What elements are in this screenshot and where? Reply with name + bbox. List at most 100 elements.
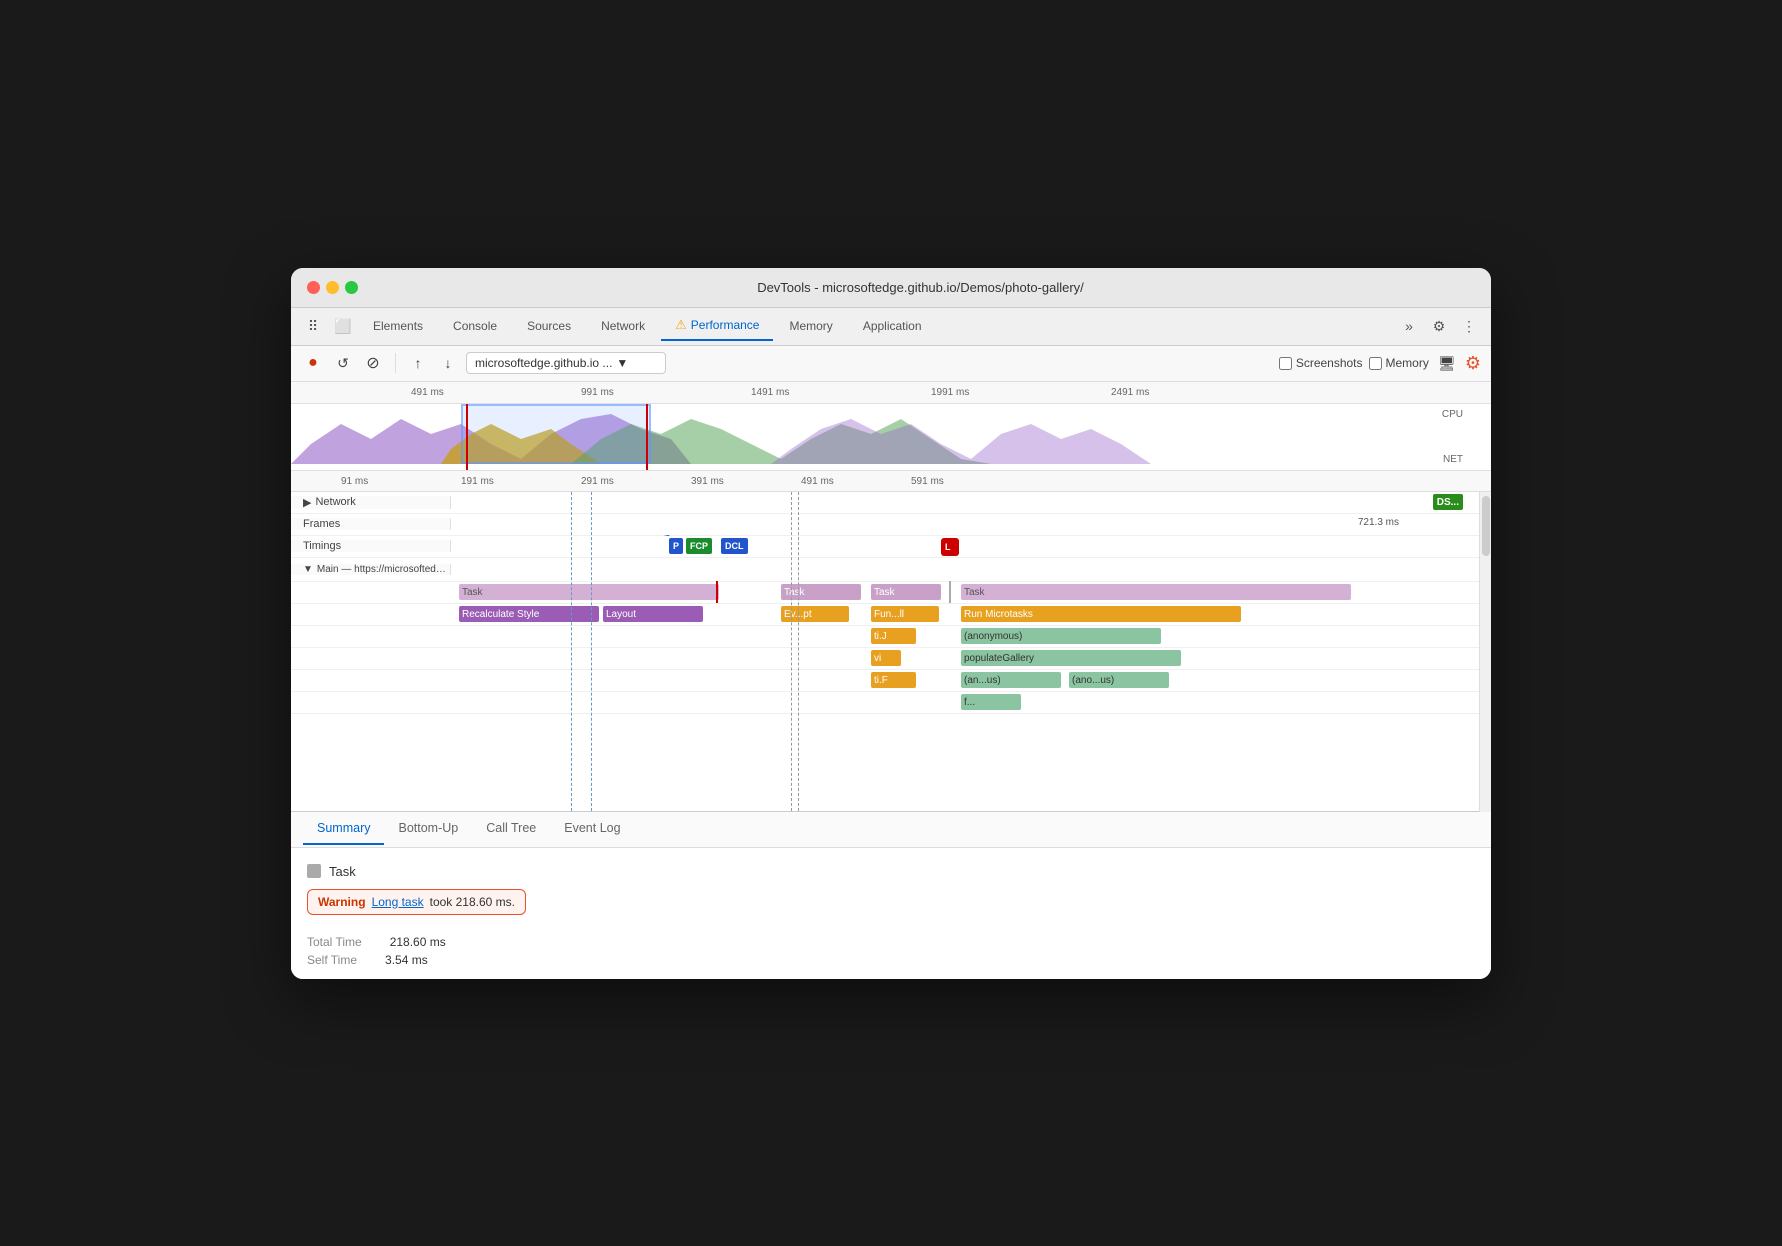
main-task-content-2: Recalculate Style Layout Ev...pt Fun...l… [451, 603, 1479, 625]
vi-block[interactable]: vi [871, 650, 901, 666]
network-label: ▶ Network [291, 496, 451, 509]
task-red-marker [716, 581, 718, 603]
memory-label: Memory [1386, 356, 1429, 370]
main-task-row-6: f... [291, 692, 1479, 714]
timings-content: P FCP DCL L ↙ [451, 535, 1479, 557]
warning-row-wrapper: Warning Long task took 218.60 ms. [307, 889, 1475, 925]
tif-block[interactable]: ti.F [871, 672, 916, 688]
timings-row: Timings P FCP DCL L ↙ [291, 536, 1479, 558]
bm-191: 191 ms [461, 476, 494, 487]
tab-bottom-up[interactable]: Bottom-Up [384, 813, 472, 845]
settings-tab-icon[interactable]: ⚙ [1425, 312, 1453, 340]
anon-block[interactable]: (anonymous) [961, 628, 1161, 644]
l-badge: L [941, 538, 959, 556]
memory-toggle[interactable]: Memory [1369, 356, 1429, 370]
flame-area[interactable]: ▶ Network DS... Frames 721.3 ms Tim [291, 492, 1479, 812]
timeline-ruler-bottom: 91 ms 191 ms 291 ms 391 ms 491 ms 591 ms [291, 470, 1491, 492]
timings-label: Timings [291, 540, 451, 552]
perf-settings-icon[interactable]: ⚙ [1465, 353, 1481, 374]
summary-panel: Task Warning Long task took 218.60 ms. T… [291, 848, 1491, 979]
tab-memory[interactable]: Memory [775, 313, 846, 339]
layout-block[interactable]: Layout [603, 606, 703, 622]
frame-timing: 721.3 ms [1358, 517, 1399, 528]
tab-console[interactable]: Console [439, 313, 511, 339]
total-time-value: 218.60 ms [390, 935, 446, 949]
task-gray-marker [949, 581, 951, 603]
devtools-window: DevTools - microsoftedge.github.io/Demos… [291, 268, 1491, 979]
event-block[interactable]: Ev...pt [781, 606, 849, 622]
screenshots-toggle[interactable]: Screenshots [1279, 356, 1363, 370]
long-task-link[interactable]: Long task [372, 895, 424, 909]
warning-row: Warning Long task took 218.60 ms. [307, 889, 526, 915]
bottom-tab-bar: Summary Bottom-Up Call Tree Event Log [291, 812, 1491, 848]
main-header-content: ↙ [451, 558, 1479, 580]
bm-491: 491 ms [801, 476, 834, 487]
tab-performance[interactable]: ⚠ Performance [661, 311, 773, 341]
tab-bar: ⠿ ⬜ Elements Console Sources Network ⚠ P… [291, 308, 1491, 346]
close-button[interactable] [307, 281, 320, 294]
populate-block[interactable]: populateGallery [961, 650, 1181, 666]
tab-call-tree[interactable]: Call Tree [472, 813, 550, 845]
screenshots-label: Screenshots [1296, 356, 1363, 370]
self-time-value: 3.54 ms [385, 953, 428, 967]
timeline-ruler-top: 491 ms 991 ms 1491 ms 1991 ms 2491 ms [291, 382, 1491, 404]
marker-1991: 1991 ms [931, 387, 969, 398]
tab-sources[interactable]: Sources [513, 313, 585, 339]
network-arrow: ▶ [303, 496, 311, 509]
task-block-2[interactable]: Task [781, 584, 861, 600]
clear-button[interactable]: ⊘ [361, 351, 385, 375]
recalc-block[interactable]: Recalculate Style [459, 606, 599, 622]
marker-2491: 2491 ms [1111, 387, 1149, 398]
scrollbar-thumb[interactable] [1482, 496, 1490, 556]
self-time-label: Self Time [307, 953, 357, 967]
ds-badge: DS... [1433, 494, 1463, 510]
more-tabs-icon[interactable]: » [1395, 312, 1423, 340]
tij-block[interactable]: ti.J [871, 628, 916, 644]
bm-291: 291 ms [581, 476, 614, 487]
f-block[interactable]: f... [961, 694, 1021, 710]
bm-391: 391 ms [691, 476, 724, 487]
vertical-scrollbar[interactable] [1479, 492, 1491, 812]
timeline-area: 491 ms 991 ms 1491 ms 1991 ms 2491 ms [291, 382, 1491, 492]
memory-checkbox[interactable] [1369, 357, 1382, 370]
microtask-block[interactable]: Run Microtasks [961, 606, 1241, 622]
url-box[interactable]: microsoftedge.github.io ... ▼ [466, 352, 666, 374]
screenshots-checkbox[interactable] [1279, 357, 1292, 370]
selection-region [461, 404, 651, 464]
task-block-3[interactable]: Task [871, 584, 941, 600]
reload-button[interactable]: ↺ [331, 351, 355, 375]
tab-summary[interactable]: Summary [303, 813, 384, 845]
maximize-button[interactable] [345, 281, 358, 294]
device-icon[interactable]: ⬜ [329, 312, 357, 340]
anus-block[interactable]: (an...us) [961, 672, 1061, 688]
fun-block[interactable]: Fun...ll [871, 606, 939, 622]
anous-block[interactable]: (ano...us) [1069, 672, 1169, 688]
main-task-row-2: Recalculate Style Layout Ev...pt Fun...l… [291, 604, 1479, 626]
minimize-button[interactable] [326, 281, 339, 294]
more-options-icon[interactable]: ⋮ [1455, 312, 1483, 340]
screenshot-icon[interactable]: 🖥 [1435, 351, 1459, 375]
fcp-badge: FCP [686, 538, 712, 554]
main-task-content-1: Task Task Task Task [451, 581, 1479, 603]
total-time-label: Total Time [307, 935, 362, 949]
flame-wrapper: ▶ Network DS... Frames 721.3 ms Tim [291, 492, 1491, 812]
task-block-4[interactable]: Task [961, 584, 1351, 600]
task-header: Task [307, 864, 1475, 879]
upload-button[interactable]: ↑ [406, 351, 430, 375]
frames-content: 721.3 ms [451, 513, 1479, 535]
task-color-box [307, 864, 321, 878]
record-button[interactable]: ● [301, 351, 325, 375]
main-task-row-3: ti.J (anonymous) [291, 626, 1479, 648]
tab-application[interactable]: Application [849, 313, 936, 339]
dropdown-icon[interactable]: ▼ [616, 356, 628, 370]
task-block-1[interactable]: Task [459, 584, 719, 600]
devtools-body: ⠿ ⬜ Elements Console Sources Network ⚠ P… [291, 308, 1491, 979]
window-title: DevTools - microsoftedge.github.io/Demos… [366, 280, 1475, 295]
tab-network[interactable]: Network [587, 313, 659, 339]
inspect-icon[interactable]: ⠿ [299, 312, 327, 340]
main-task-content-6: f... [451, 691, 1479, 713]
tab-elements[interactable]: Elements [359, 313, 437, 339]
download-button[interactable]: ↓ [436, 351, 460, 375]
cpu-label: CPU [1442, 409, 1463, 420]
tab-event-log[interactable]: Event Log [550, 813, 634, 845]
